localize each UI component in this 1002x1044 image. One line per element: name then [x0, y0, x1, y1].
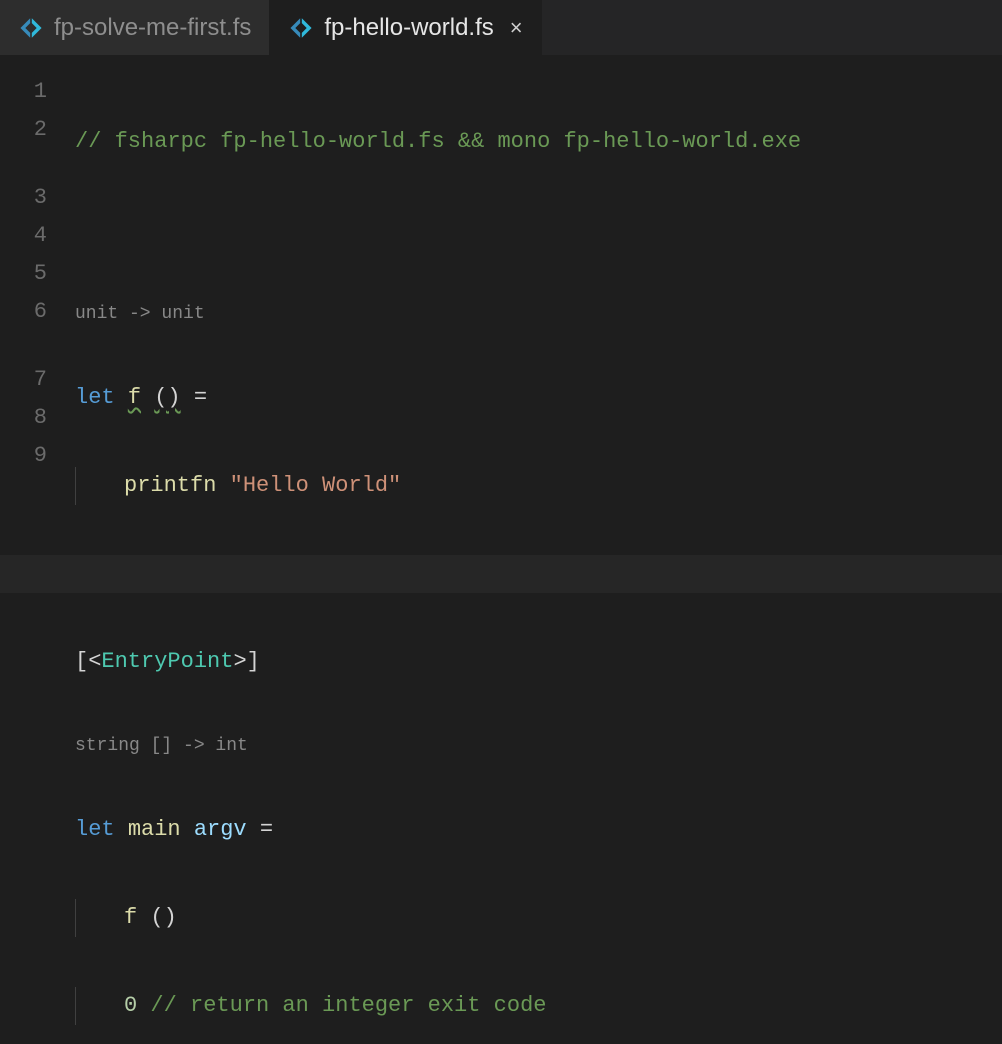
code-line: let f () = — [75, 379, 1002, 417]
line-number: 7 — [0, 361, 47, 399]
code-line: 0 // return an integer exit code — [75, 987, 1002, 1025]
inlay-hint: unit -> unit — [75, 299, 1002, 329]
code-line: [<EntryPoint>] — [75, 643, 1002, 681]
code-line: printfn "Hello World" — [75, 467, 1002, 505]
fsharp-icon — [288, 15, 314, 41]
line-number: 5 — [0, 255, 47, 293]
code-line — [0, 555, 1002, 593]
tab-label: fp-solve-me-first.fs — [54, 14, 251, 42]
line-number: 6 — [0, 293, 47, 331]
line-number: 2 — [0, 111, 47, 149]
fsharp-icon — [18, 15, 44, 41]
tab-fp-solve-me-first[interactable]: fp-solve-me-first.fs — [0, 0, 270, 55]
tab-label: fp-hello-world.fs — [324, 14, 493, 42]
line-number: 8 — [0, 399, 47, 437]
code-line: f () — [75, 899, 1002, 937]
code-line: // fsharpc fp-hello-world.fs && mono fp-… — [75, 123, 1002, 161]
line-number: 1 — [0, 73, 47, 111]
code-line — [75, 211, 1002, 249]
editor[interactable]: 1 2 3 4 5 6 7 8 9 // fsharpc fp-hello-wo… — [0, 55, 1002, 1044]
inlay-hint: string [] -> int — [75, 731, 1002, 761]
line-number: 4 — [0, 217, 47, 255]
code-content[interactable]: // fsharpc fp-hello-world.fs && mono fp-… — [75, 73, 1002, 1044]
close-icon[interactable]: × — [510, 17, 523, 39]
line-number: 9 — [0, 437, 47, 475]
line-number: 3 — [0, 179, 47, 217]
code-line: let main argv = — [75, 811, 1002, 849]
tab-bar: fp-solve-me-first.fs fp-hello-world.fs × — [0, 0, 1002, 55]
tab-fp-hello-world[interactable]: fp-hello-world.fs × — [270, 0, 541, 55]
